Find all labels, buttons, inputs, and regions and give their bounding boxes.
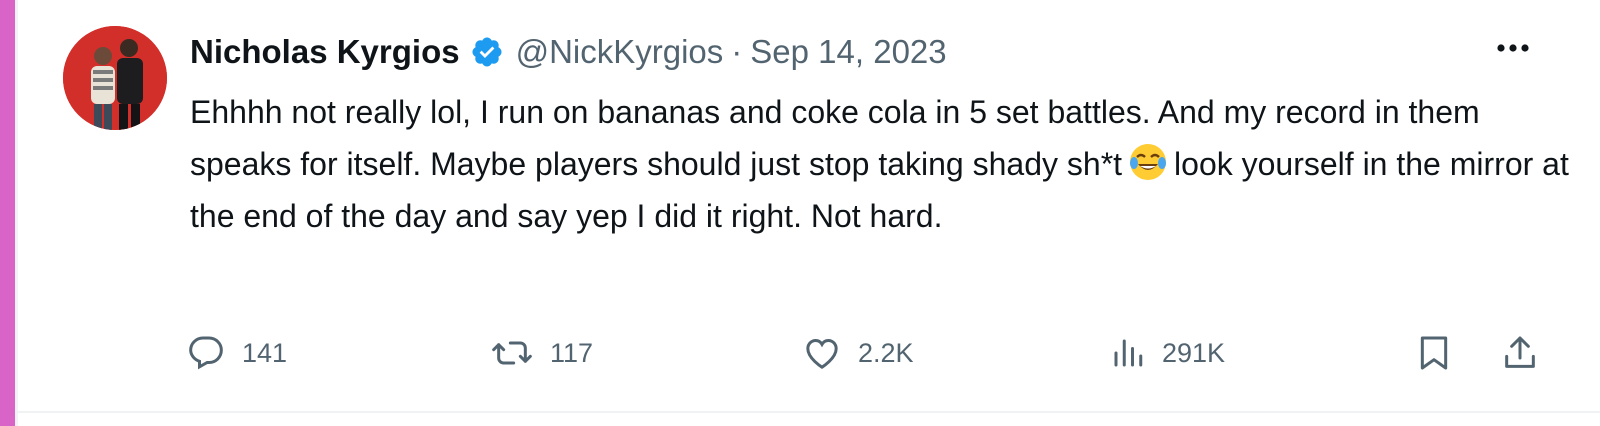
avatar[interactable] [63, 26, 167, 130]
tweet-header: Nicholas Kyrgios @NickKyrgios · Sep 14, … [190, 30, 947, 74]
share-icon [1500, 333, 1540, 373]
face-with-tears-of-joy-icon [1128, 142, 1168, 182]
reply-button[interactable]: 141 [186, 328, 287, 378]
tweet-divider [15, 411, 1600, 413]
separator-dot: · [731, 33, 743, 70]
views-icon [1110, 333, 1146, 373]
tweet-text: Ehhhh not really lol, I run on bananas a… [190, 86, 1570, 242]
reply-icon [186, 333, 226, 373]
share-button[interactable] [1500, 328, 1540, 378]
more-icon[interactable] [1488, 30, 1538, 66]
bookmark-button[interactable] [1414, 328, 1454, 378]
action-bar: 141 117 2.2K 291K [186, 328, 1546, 378]
like-count: 2.2K [858, 337, 914, 368]
views-count: 291K [1162, 337, 1226, 368]
bookmark-icon [1414, 331, 1454, 375]
author-handle[interactable]: @NickKyrgios [516, 33, 724, 71]
author-name[interactable]: Nicholas Kyrgios [190, 33, 460, 71]
retweet-button[interactable]: 117 [490, 328, 593, 378]
like-icon [802, 333, 842, 373]
views-button[interactable]: 291K [1110, 328, 1225, 378]
avatar-image [63, 26, 167, 130]
retweet-count: 117 [550, 337, 594, 368]
like-button[interactable]: 2.2K [802, 328, 914, 378]
reply-count: 141 [242, 337, 288, 368]
tweet-date[interactable]: Sep 14, 2023 [750, 33, 946, 71]
tweet[interactable]: Nicholas Kyrgios @NickKyrgios · Sep 14, … [0, 0, 1600, 410]
retweet-icon [490, 333, 534, 373]
verified-badge-icon [470, 35, 504, 69]
